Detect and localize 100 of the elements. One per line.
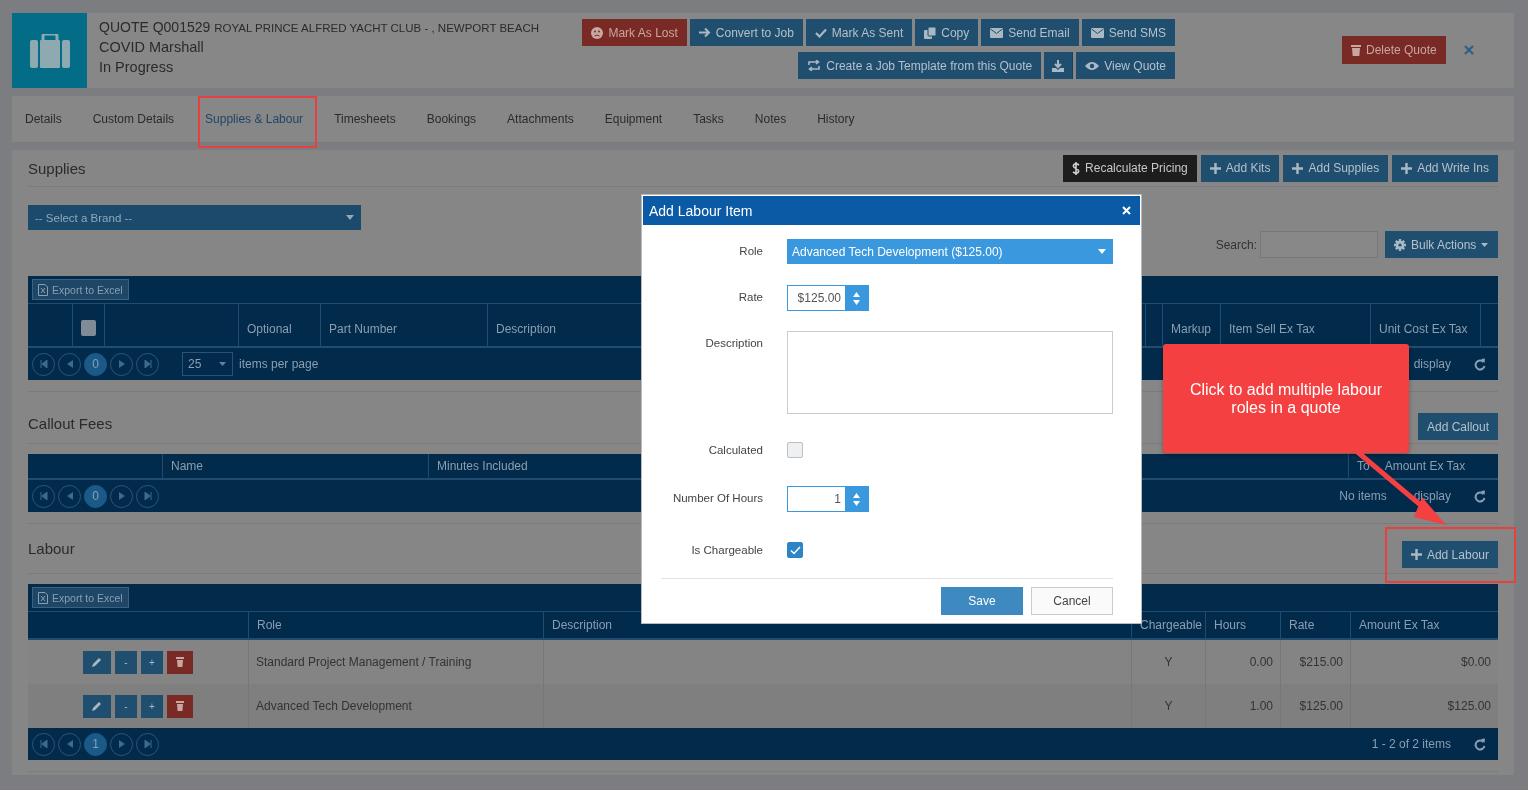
- action-button[interactable]: Send SMS: [1081, 19, 1175, 46]
- number-field[interactable]: 1: [787, 486, 869, 512]
- refresh-icon[interactable]: [1474, 357, 1486, 371]
- edit-button[interactable]: [83, 694, 111, 718]
- table-cell: Y: [1164, 655, 1173, 669]
- column-header[interactable]: Role: [257, 618, 282, 632]
- tab[interactable]: Attachments: [491, 95, 590, 143]
- previous-page-icon: [66, 492, 73, 500]
- repeat-icon: [807, 60, 822, 71]
- table-cell: $125.00: [1447, 699, 1491, 713]
- edit-button[interactable]: [83, 650, 111, 674]
- refresh-icon[interactable]: [1474, 737, 1486, 751]
- action-button[interactable]: Convert to Job: [689, 19, 803, 46]
- column-header[interactable]: Rate: [1289, 618, 1315, 632]
- action-button[interactable]: Create a Job Template from this Quote: [798, 52, 1042, 79]
- toolbar-button[interactable]: Add Write Ins: [1392, 154, 1498, 182]
- column-header[interactable]: Item Sell Ex Tax: [1229, 322, 1315, 336]
- last-page-icon: [143, 740, 152, 748]
- tab[interactable]: Bookings: [411, 95, 492, 143]
- save-button[interactable]: Save: [941, 587, 1023, 615]
- current-page[interactable]: 1: [84, 732, 107, 756]
- action-button[interactable]: View Quote: [1076, 52, 1175, 79]
- add-labour-button[interactable]: Add Labour: [1401, 541, 1498, 568]
- toolbar-button[interactable]: Add Kits: [1200, 154, 1280, 182]
- column-header[interactable]: Description: [496, 322, 557, 336]
- next-page-icon: [118, 492, 125, 500]
- column-header[interactable]: Unit Cost Ex Tax: [1379, 322, 1468, 336]
- column-header[interactable]: Description: [552, 618, 613, 632]
- toolbar-button[interactable]: Add Supplies: [1283, 154, 1389, 182]
- role-select[interactable]: Advanced Tech Development ($125.00): [787, 239, 1113, 264]
- tab[interactable]: Notes: [739, 95, 802, 143]
- column-header[interactable]: Hours: [1214, 618, 1246, 632]
- description-field[interactable]: [787, 331, 1113, 414]
- tab[interactable]: Equipment: [589, 95, 678, 143]
- pager-summary: No items: [1339, 489, 1387, 503]
- toolbar-button[interactable]: Recalculate Pricing: [1063, 154, 1197, 182]
- first-page-icon: [39, 492, 48, 500]
- action-button[interactable]: Send Email: [981, 19, 1079, 46]
- spinner-arrows-icon: [853, 291, 860, 305]
- section-title: Callout Fees: [28, 415, 113, 432]
- column-header[interactable]: Amount Ex Tax: [1384, 459, 1466, 473]
- last-page-icon: [143, 492, 152, 500]
- number-field[interactable]: $125.00: [787, 285, 869, 311]
- add-callout-button[interactable]: Add Callout: [1417, 413, 1498, 440]
- pager-summary: 1 - 2 of 2 items: [1371, 737, 1451, 751]
- tab[interactable]: History: [801, 95, 871, 143]
- column-header[interactable]: Chargeable: [1140, 618, 1203, 632]
- tab[interactable]: Timesheets: [318, 95, 412, 143]
- delete-button[interactable]: [167, 694, 193, 718]
- column-header[interactable]: To: [1357, 459, 1370, 473]
- spinner-arrows-icon: [853, 492, 860, 506]
- field-label: Number Of Hours: [671, 491, 763, 506]
- column-header[interactable]: Amount Ex Tax: [1359, 618, 1440, 632]
- delete-quote-button[interactable]: Delete Quote: [1342, 36, 1446, 64]
- eye-icon: [1085, 60, 1100, 71]
- brand-select[interactable]: -- Select a Brand --: [28, 205, 361, 230]
- export-to-excel-button[interactable]: Export to Excel: [32, 279, 129, 300]
- column-header[interactable]: Optional: [247, 322, 292, 336]
- page-size-select[interactable]: 25: [182, 352, 233, 376]
- tab[interactable]: Tasks: [677, 95, 740, 143]
- bulk-actions-button[interactable]: Bulk Actions: [1385, 231, 1498, 258]
- download-button[interactable]: [1044, 52, 1074, 79]
- quote-name: COVID Marshall: [99, 39, 205, 55]
- decrease-button[interactable]: -: [115, 694, 137, 718]
- action-button[interactable]: Mark As Sent: [805, 19, 913, 46]
- tab[interactable]: Details: [12, 95, 78, 143]
- field-label: Rate: [737, 290, 763, 305]
- refresh-icon[interactable]: [1474, 489, 1486, 503]
- caret-icon: [1098, 249, 1106, 254]
- delete-button[interactable]: [167, 650, 193, 674]
- table-cell: 1.00: [1249, 699, 1273, 713]
- plus-icon: [1401, 162, 1413, 174]
- current-page[interactable]: 0: [84, 352, 107, 376]
- action-button[interactable]: Mark As Lost: [582, 19, 687, 46]
- tab[interactable]: Custom Details: [77, 95, 190, 143]
- column-header[interactable]: Name: [171, 459, 203, 473]
- checkbox[interactable]: [787, 542, 803, 558]
- check-icon: [814, 27, 827, 38]
- decrease-button[interactable]: -: [115, 650, 137, 674]
- checkbox[interactable]: [787, 442, 803, 458]
- caret-icon: [1481, 242, 1489, 247]
- table-cell: 0.00: [1249, 655, 1273, 669]
- sad-face-icon: [591, 26, 604, 39]
- column-header[interactable]: Part Number: [329, 322, 398, 336]
- next-page-icon: [118, 740, 125, 748]
- current-page[interactable]: 0: [84, 484, 107, 508]
- column-header[interactable]: Minutes Included: [437, 459, 528, 473]
- quote-title: QUOTE Q001529 ROYAL PRINCE ALFRED YACHT CLUB - , NEWPORT BEACH: [99, 19, 540, 35]
- cancel-button[interactable]: Cancel: [1031, 587, 1113, 615]
- action-button[interactable]: Copy: [915, 19, 979, 46]
- increase-button[interactable]: +: [141, 650, 163, 674]
- tab[interactable]: Supplies & Labour: [189, 95, 319, 143]
- envelope-icon: [990, 27, 1004, 38]
- next-page-icon: [118, 360, 125, 368]
- briefcase-icon: [29, 33, 70, 68]
- select-all-checkbox[interactable]: [81, 320, 96, 336]
- column-header[interactable]: Markup: [1171, 322, 1211, 336]
- export-to-excel-button[interactable]: Export to Excel: [32, 587, 129, 608]
- table-cell: $0.00: [1460, 655, 1491, 669]
- increase-button[interactable]: +: [141, 694, 163, 718]
